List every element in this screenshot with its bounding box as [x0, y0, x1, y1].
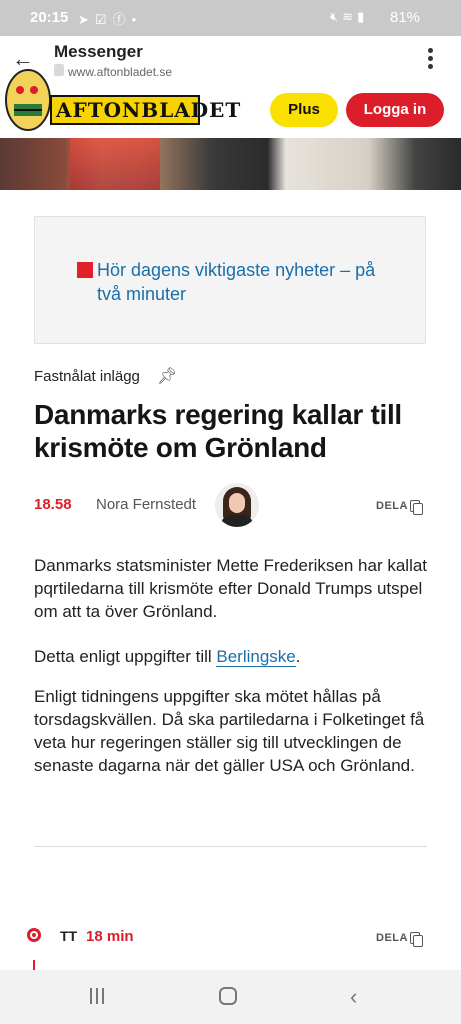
signal-icon: ▮	[357, 9, 369, 24]
share-label[interactable]: DELA	[376, 500, 408, 512]
page-url[interactable]: www.aftonbladet.se	[68, 65, 172, 79]
audio-teaser-box[interactable]: Hör dagens viktigaste nyheter – på två m…	[34, 216, 426, 344]
site-logo[interactable]: AFTONBLADET	[50, 95, 240, 125]
system-icons: 🔇︎≋▮	[330, 9, 368, 25]
post-time: 18.58	[34, 496, 72, 513]
status-bar: 20:15 ➤☑ⓕ• 🔇︎≋▮ 81%	[0, 0, 461, 36]
author-name[interactable]: Nora Fernstedt	[96, 496, 196, 513]
dot-icon: •	[131, 12, 143, 27]
telegram-icon: ➤	[78, 12, 95, 27]
back-icon[interactable]: ‹	[350, 984, 357, 1010]
post-headline: Danmarks regering kallar till krismöte o…	[34, 399, 402, 463]
article-image	[0, 138, 461, 190]
recents-icon[interactable]	[90, 988, 108, 1004]
copy-icon[interactable]	[410, 932, 423, 947]
plus-button[interactable]: Plus	[270, 93, 338, 127]
author-avatar[interactable]	[215, 483, 259, 527]
paragraph: Danmarks statsminister Mette Frederiksen…	[34, 556, 428, 621]
red-square-icon	[77, 262, 93, 278]
facebook-icon: ⓕ	[112, 12, 132, 27]
tab-title: Messenger	[54, 42, 143, 61]
post-source: TT	[60, 928, 78, 944]
pinned-label: Fastnålat inlägg	[34, 368, 140, 385]
wifi-icon: ≋	[342, 9, 358, 24]
custom-tab-header: ← Messenger www.aftonbladet.se	[0, 36, 461, 86]
divider	[34, 846, 427, 847]
login-button[interactable]: Logga in	[346, 93, 444, 127]
check-icon: ☑	[94, 12, 113, 27]
paragraph: Detta enligt uppgifter till Berlingske.	[34, 647, 301, 667]
berlingske-link[interactable]: Berlingske	[216, 647, 296, 667]
copy-icon[interactable]	[410, 500, 423, 515]
status-time: 20:15	[30, 9, 69, 26]
live-dot-icon	[27, 928, 41, 942]
home-icon[interactable]	[219, 987, 237, 1005]
notification-icons: ➤☑ⓕ•	[78, 9, 142, 28]
mute-icon: 🔇︎	[330, 9, 343, 24]
battery-level: 81%	[390, 9, 421, 26]
paragraph: Enligt tidningens uppgifter ska mötet hå…	[34, 687, 425, 775]
overflow-menu-icon[interactable]	[428, 48, 434, 72]
share-label[interactable]: DELA	[376, 932, 408, 944]
post-age: 18 min	[86, 928, 134, 945]
pin-icon: 📌︎	[157, 368, 178, 385]
teaser-link[interactable]: Hör dagens viktigaste nyheter – på två m…	[97, 258, 397, 306]
